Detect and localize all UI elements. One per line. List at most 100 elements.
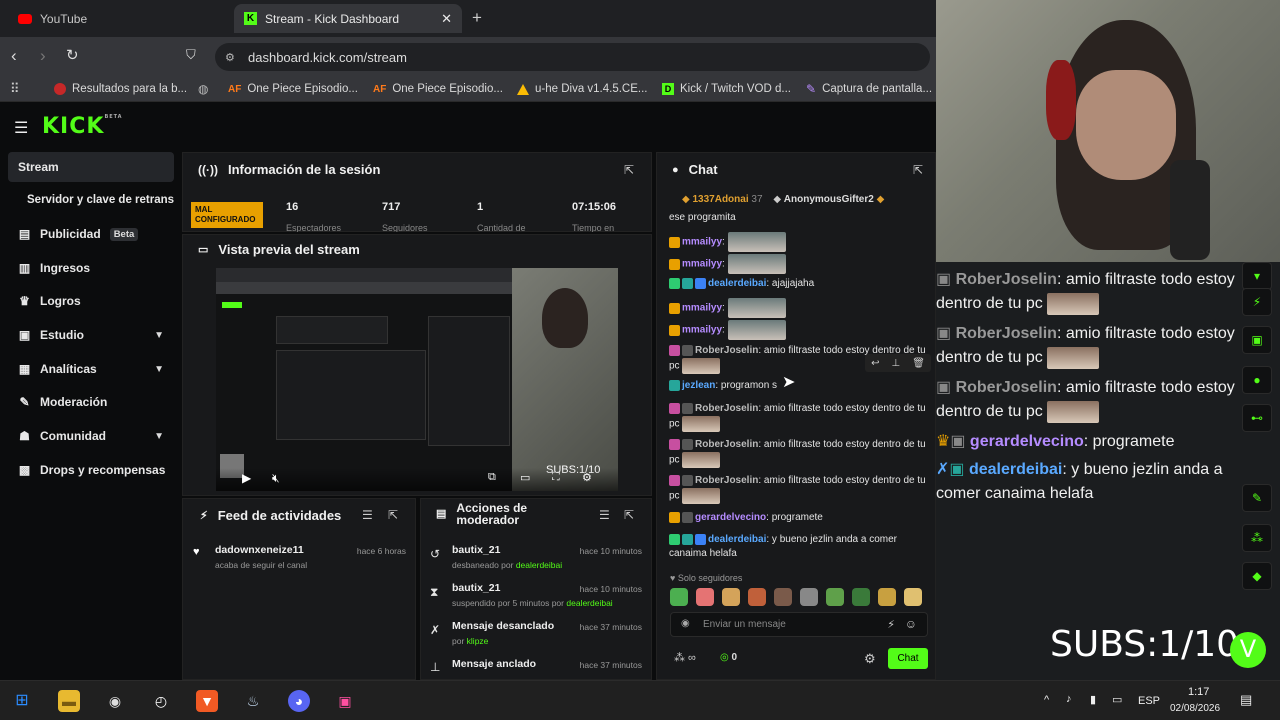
tray-expand-icon[interactable]: ^: [1044, 694, 1049, 706]
sidebar-item-analiticas[interactable]: ▦ Analíticas ▼: [8, 354, 174, 384]
tool-button-6[interactable]: ✎: [1242, 484, 1272, 512]
back-icon[interactable]: ‹: [11, 46, 17, 66]
globe-icon: ◍: [198, 82, 209, 96]
pin-icon[interactable]: ⊥: [891, 358, 900, 369]
file-explorer-icon[interactable]: ▬: [58, 690, 80, 712]
clock-date[interactable]: 02/08/2026: [1170, 703, 1220, 714]
windows-start-icon[interactable]: ⊞: [11, 690, 33, 712]
bookmark-globe[interactable]: ◍: [198, 79, 208, 99]
chat-input[interactable]: ◉ Enviar un mensaje ⚡︎ ☺: [670, 612, 928, 637]
emote-icon[interactable]: [722, 588, 740, 606]
badge-icon: [682, 438, 693, 450]
steam-icon[interactable]: ♨: [242, 690, 264, 712]
pip-icon[interactable]: ⧉: [488, 471, 496, 484]
emote-icon[interactable]: [670, 588, 688, 606]
settings-gear-icon[interactable]: ⚙: [582, 471, 592, 484]
emote-icon[interactable]: [852, 588, 870, 606]
theater-icon[interactable]: ▭: [520, 471, 530, 484]
studio-icon: ▣: [18, 327, 31, 342]
filter-icon[interactable]: ☰: [599, 508, 610, 522]
send-chat-button[interactable]: Chat: [888, 648, 928, 669]
emote-icon[interactable]: [774, 588, 792, 606]
close-tab-icon[interactable]: ✕: [441, 11, 452, 27]
preview-person: [542, 288, 588, 348]
kick-logo[interactable]: KICKBETA: [42, 114, 123, 139]
sidebar-item-comunidad[interactable]: ☗ Comunidad ▼: [8, 421, 174, 451]
channel-points[interactable]: ◎ 0: [720, 652, 737, 663]
stream-preview-video[interactable]: SUBS:1/10 ▶ 🔇︎ ⧉ ▭ ⛶ ⚙: [216, 268, 618, 491]
tool-button-8[interactable]: ◆: [1242, 562, 1272, 590]
apps-grid-icon[interactable]: ⠿: [10, 81, 20, 97]
tool-button-1[interactable]: ▾: [1242, 262, 1272, 290]
network-icon[interactable]: ▭: [1112, 693, 1122, 706]
emote-icon[interactable]: [748, 588, 766, 606]
tab-kick-dashboard[interactable]: K Stream - Kick Dashboard ✕: [234, 4, 462, 33]
delete-icon[interactable]: 🗑︎: [912, 358, 925, 369]
tool-button-5[interactable]: ⊷: [1242, 404, 1272, 432]
popout-icon[interactable]: ⇱: [624, 163, 634, 177]
chat-users-icon[interactable]: ⁂ ∞: [674, 651, 696, 664]
emoji-icon[interactable]: ☺: [905, 617, 917, 631]
play-icon[interactable]: ▶: [242, 471, 251, 485]
bookmark-4[interactable]: u-he Diva v1.4.5.CE...: [517, 79, 648, 99]
volume-icon[interactable]: ♪: [1066, 693, 1072, 705]
notifications-icon[interactable]: ▤: [1240, 692, 1252, 708]
emote-icon[interactable]: [800, 588, 818, 606]
emote-icon[interactable]: [878, 588, 896, 606]
bookmark-6[interactable]: ✎ Captura de pantalla...: [806, 79, 932, 99]
tab-youtube[interactable]: YouTube: [8, 4, 228, 33]
emote-icon[interactable]: [826, 588, 844, 606]
site-info-icon[interactable]: ⚙: [225, 51, 235, 64]
popout-icon[interactable]: ⇱: [913, 163, 923, 177]
emote-icon[interactable]: [696, 588, 714, 606]
sidebar-item-logros[interactable]: ♛ Logros: [8, 286, 174, 316]
reload-icon[interactable]: ↻: [66, 46, 79, 64]
reply-icon[interactable]: ↩: [871, 358, 879, 369]
sidebar-item-stream[interactable]: Stream: [8, 152, 174, 182]
tool-button-2[interactable]: ⚡︎: [1242, 288, 1272, 316]
sidebar-item-drops[interactable]: ▩ Drops y recompensas: [8, 455, 174, 485]
sidebar-item-server-key[interactable]: Servidor y clave de retransm: [8, 185, 174, 215]
hamburger-menu-icon[interactable]: ☰: [14, 118, 28, 138]
sidebar-item-moderacion[interactable]: ✎ Moderación: [8, 387, 174, 417]
badge-icon: [682, 278, 693, 289]
sidebar-item-estudio[interactable]: ▣ Estudio ▼: [8, 320, 174, 350]
address-bar[interactable]: ⚙ dashboard.kick.com/stream: [215, 43, 930, 71]
app-icon[interactable]: ▣: [334, 690, 356, 712]
chat-message: dealerdeibai: ajajjajaha: [669, 278, 814, 289]
emote-icon[interactable]: [904, 588, 922, 606]
mod-action-item: ⧗ bautix_21 suspendido por 5 minutos por…: [430, 582, 642, 608]
mute-icon[interactable]: 🔇︎: [272, 471, 280, 486]
sidebar-item-publicidad[interactable]: ▤ Publicidad Beta: [8, 219, 174, 249]
sidebar-item-ingresos[interactable]: ▥ Ingresos: [8, 253, 174, 283]
new-tab-icon[interactable]: +: [472, 8, 482, 28]
mod-action-item: ⊥ Mensaje anclado hace 37 minutos: [430, 658, 642, 674]
forward-icon[interactable]: ›: [40, 46, 46, 66]
webcam-feed: [936, 0, 1280, 262]
commands-icon[interactable]: ⚡︎: [887, 618, 895, 631]
bookmark-5[interactable]: D Kick / Twitch VOD d...: [662, 79, 791, 99]
filter-icon[interactable]: ☰: [362, 508, 373, 522]
bookmark-3[interactable]: AF One Piece Episodio...: [373, 79, 503, 99]
popout-icon[interactable]: ⇱: [388, 508, 398, 522]
chat-settings-icon[interactable]: ⚙: [864, 651, 876, 667]
microphone-icon[interactable]: ▮: [1090, 693, 1096, 706]
sword-icon: ✗: [936, 461, 950, 478]
broadcast-icon: ((·)): [198, 162, 218, 177]
clock-time[interactable]: 1:17: [1188, 686, 1209, 698]
bookmark-1[interactable]: Resultados para la b...: [54, 79, 187, 99]
bookmark-icon[interactable]: ⛉: [186, 47, 196, 63]
brave-browser-icon[interactable]: ▼: [196, 690, 218, 712]
language-indicator[interactable]: ESP: [1138, 695, 1160, 707]
tool-button-7[interactable]: ⁂: [1242, 524, 1272, 552]
tool-button-4[interactable]: ●: [1242, 366, 1272, 394]
obs-icon[interactable]: ◉: [104, 690, 126, 712]
discord-icon[interactable]: ◕: [288, 690, 310, 712]
clock-app-icon[interactable]: ◴: [150, 690, 172, 712]
chevron-down-icon: ▼: [154, 329, 164, 341]
fullscreen-icon[interactable]: ⛶: [552, 471, 560, 484]
tool-button-3[interactable]: ▣: [1242, 326, 1272, 354]
popout-icon[interactable]: ⇱: [624, 508, 634, 522]
badge-icon: [682, 474, 693, 486]
bookmark-2[interactable]: AF One Piece Episodio...: [228, 79, 358, 99]
